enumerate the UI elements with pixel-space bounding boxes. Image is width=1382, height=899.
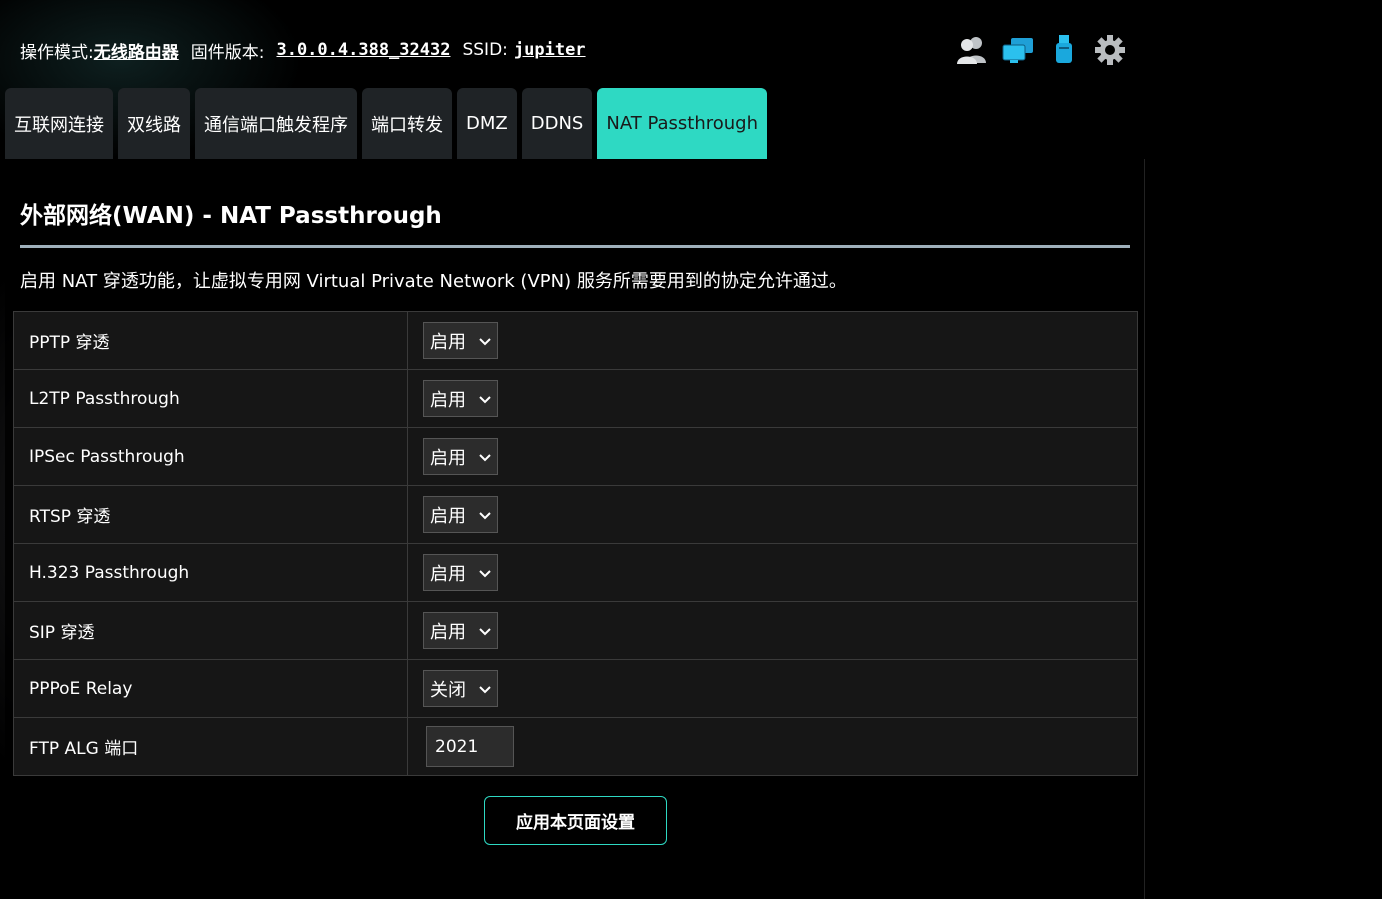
setting-label: PPTP 穿透 — [13, 311, 408, 370]
chevron-down-icon — [479, 562, 491, 583]
h323-passthrough-select[interactable]: 启用 — [423, 554, 498, 591]
select-value: 启用 — [430, 389, 466, 411]
usb-icon[interactable] — [1047, 33, 1081, 67]
chevron-down-icon — [479, 620, 491, 641]
tab-dmz[interactable]: DMZ — [457, 88, 517, 159]
tab-label: NAT Passthrough — [606, 113, 759, 134]
table-row: SIP 穿透 启用 — [13, 601, 1138, 660]
table-row: L2TP Passthrough 启用 — [13, 369, 1138, 428]
tab-bar: 互联网连接 双线路 通信端口触发程序 端口转发 DMZ DDNS NAT Pas… — [5, 88, 768, 159]
tab-label: DDNS — [530, 113, 584, 134]
ftp-alg-port-input[interactable]: 2021 — [426, 726, 514, 767]
page-title: 外部网络(WAN) - NAT Passthrough — [20, 203, 442, 229]
status-bar: 操作模式: 无线路由器 固件版本: 3.0.0.4.388_32432 SSID… — [20, 36, 586, 64]
sip-passthrough-select[interactable]: 启用 — [423, 612, 498, 649]
gear-icon[interactable] — [1093, 33, 1127, 67]
tab-internet-connection[interactable]: 互联网连接 — [5, 88, 113, 159]
firmware-version-link[interactable]: 3.0.0.4.388_32432 — [276, 40, 450, 60]
network-computers-icon[interactable] — [1001, 33, 1035, 67]
table-row: FTP ALG 端口 2021 — [13, 717, 1138, 776]
tab-label: 互联网连接 — [14, 114, 104, 136]
select-value: 启用 — [430, 331, 466, 353]
chevron-down-icon — [479, 446, 491, 467]
setting-label: SIP 穿透 — [13, 601, 408, 660]
select-value: 启用 — [430, 447, 466, 469]
setting-label: PPPoE Relay — [13, 659, 408, 718]
page-description: 启用 NAT 穿透功能，让虚拟专用网 Virtual Private Netwo… — [20, 271, 847, 292]
firmware-label: 固件版本: — [190, 42, 265, 63]
apply-settings-button[interactable]: 应用本页面设置 — [484, 796, 667, 845]
settings-table: PPTP 穿透 启用 L2TP Passthrough 启用 IPSec Pas… — [13, 311, 1138, 776]
table-row: PPTP 穿透 启用 — [13, 311, 1138, 370]
chevron-down-icon — [479, 388, 491, 409]
users-icon[interactable] — [955, 33, 989, 67]
setting-label: H.323 Passthrough — [13, 543, 408, 602]
title-divider — [20, 245, 1130, 248]
table-row: RTSP 穿透 启用 — [13, 485, 1138, 544]
tab-nat-passthrough[interactable]: NAT Passthrough — [597, 88, 768, 159]
setting-label: FTP ALG 端口 — [13, 717, 408, 776]
select-value: 启用 — [430, 563, 466, 585]
mode-label: 操作模式: — [20, 42, 94, 63]
pppoe-relay-select[interactable]: 关闭 — [423, 670, 498, 707]
select-value: 启用 — [430, 621, 466, 643]
table-row: IPSec Passthrough 启用 — [13, 427, 1138, 486]
ssid-label: SSID: — [462, 40, 508, 60]
select-value: 关闭 — [430, 679, 466, 701]
tab-label: DMZ — [466, 113, 508, 134]
chevron-down-icon — [479, 678, 491, 699]
setting-label: L2TP Passthrough — [13, 369, 408, 428]
tab-label: 双线路 — [127, 114, 181, 136]
mode-value-link[interactable]: 无线路由器 — [94, 38, 179, 63]
pptp-passthrough-select[interactable]: 启用 — [423, 322, 498, 359]
rtsp-passthrough-select[interactable]: 启用 — [423, 496, 498, 533]
status-icons — [955, 32, 1127, 68]
select-value: 启用 — [430, 505, 466, 527]
tab-port-forwarding[interactable]: 端口转发 — [362, 88, 452, 159]
ssid-value-link[interactable]: jupiter — [514, 40, 586, 60]
setting-label: IPSec Passthrough — [13, 427, 408, 486]
table-row: H.323 Passthrough 启用 — [13, 543, 1138, 602]
tab-port-trigger[interactable]: 通信端口触发程序 — [195, 88, 357, 159]
ipsec-passthrough-select[interactable]: 启用 — [423, 438, 498, 475]
tab-dual-wan[interactable]: 双线路 — [118, 88, 190, 159]
table-row: PPPoE Relay 关闭 — [13, 659, 1138, 718]
l2tp-passthrough-select[interactable]: 启用 — [423, 380, 498, 417]
tab-label: 端口转发 — [371, 114, 443, 136]
tab-ddns[interactable]: DDNS — [521, 88, 593, 159]
tab-label: 通信端口触发程序 — [204, 114, 348, 136]
setting-label: RTSP 穿透 — [13, 485, 408, 544]
chevron-down-icon — [479, 504, 491, 525]
chevron-down-icon — [479, 330, 491, 351]
